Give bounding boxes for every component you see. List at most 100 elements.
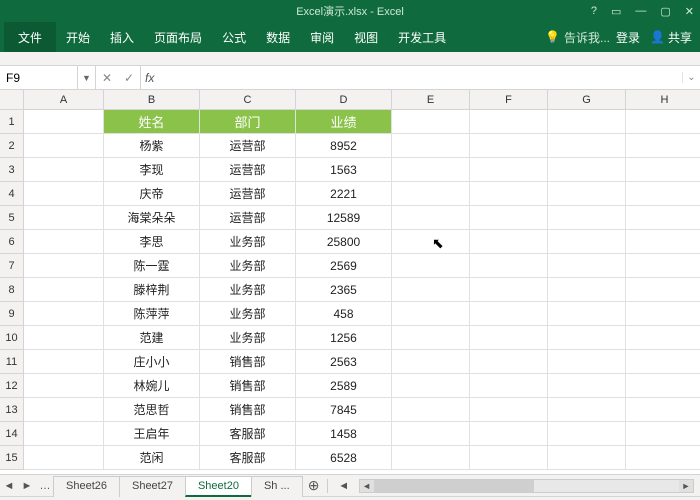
row-header-4[interactable]: 4 bbox=[0, 182, 24, 206]
col-header-H[interactable]: H bbox=[626, 90, 700, 110]
cell[interactable]: 范闲 bbox=[104, 446, 200, 470]
cell[interactable] bbox=[24, 278, 104, 302]
cell[interactable] bbox=[392, 350, 470, 374]
cell[interactable] bbox=[392, 206, 470, 230]
cell[interactable] bbox=[470, 398, 548, 422]
col-header-E[interactable]: E bbox=[392, 90, 470, 110]
cell[interactable] bbox=[24, 398, 104, 422]
cell[interactable] bbox=[470, 158, 548, 182]
cell[interactable]: 12589 bbox=[296, 206, 392, 230]
cell[interactable]: 海棠朵朵 bbox=[104, 206, 200, 230]
col-header-C[interactable]: C bbox=[200, 90, 296, 110]
cell[interactable]: 滕梓荆 bbox=[104, 278, 200, 302]
cell[interactable]: 业务部 bbox=[200, 302, 296, 326]
row-header-15[interactable]: 15 bbox=[0, 446, 24, 470]
cell[interactable]: 25800 bbox=[296, 230, 392, 254]
cell[interactable]: 陈一霆 bbox=[104, 254, 200, 278]
cell[interactable] bbox=[24, 158, 104, 182]
row-header-13[interactable]: 13 bbox=[0, 398, 24, 422]
cell[interactable] bbox=[470, 278, 548, 302]
cell[interactable]: 业务部 bbox=[200, 254, 296, 278]
cell[interactable] bbox=[626, 398, 700, 422]
cell[interactable]: 李现 bbox=[104, 158, 200, 182]
cell[interactable] bbox=[626, 254, 700, 278]
cell[interactable]: 王启年 bbox=[104, 422, 200, 446]
cell[interactable] bbox=[626, 278, 700, 302]
cell[interactable] bbox=[626, 326, 700, 350]
col-header-D[interactable]: D bbox=[296, 90, 392, 110]
cell[interactable] bbox=[470, 182, 548, 206]
cell[interactable] bbox=[392, 302, 470, 326]
cell[interactable]: 2589 bbox=[296, 374, 392, 398]
cell[interactable] bbox=[470, 134, 548, 158]
cell[interactable] bbox=[392, 446, 470, 470]
col-header-A[interactable]: A bbox=[24, 90, 104, 110]
cell[interactable] bbox=[548, 278, 626, 302]
cell[interactable] bbox=[470, 206, 548, 230]
row-header-11[interactable]: 11 bbox=[0, 350, 24, 374]
cell[interactable]: 业绩 bbox=[296, 110, 392, 134]
cell[interactable]: 林婉儿 bbox=[104, 374, 200, 398]
row-header-12[interactable]: 12 bbox=[0, 374, 24, 398]
row-header-3[interactable]: 3 bbox=[0, 158, 24, 182]
cell[interactable] bbox=[548, 206, 626, 230]
row-header-6[interactable]: 6 bbox=[0, 230, 24, 254]
hscroll-arrow-right-icon[interactable]: ► bbox=[679, 480, 693, 492]
sheet-nav-prev-icon[interactable]: ◄ bbox=[0, 480, 18, 492]
row-header-2[interactable]: 2 bbox=[0, 134, 24, 158]
minimize-icon[interactable]: — bbox=[635, 5, 646, 18]
cell[interactable] bbox=[24, 230, 104, 254]
cell[interactable] bbox=[392, 110, 470, 134]
cell[interactable]: 运营部 bbox=[200, 206, 296, 230]
cell[interactable] bbox=[548, 182, 626, 206]
add-sheet-button[interactable]: ⊕ bbox=[303, 477, 325, 494]
enter-icon[interactable]: ✓ bbox=[118, 71, 140, 85]
cell[interactable] bbox=[548, 134, 626, 158]
cell[interactable] bbox=[626, 110, 700, 134]
cell[interactable] bbox=[548, 422, 626, 446]
cell[interactable] bbox=[626, 158, 700, 182]
tab-页面布局[interactable]: 页面布局 bbox=[144, 22, 212, 52]
cell[interactable]: 业务部 bbox=[200, 278, 296, 302]
cell[interactable]: 458 bbox=[296, 302, 392, 326]
fx-label[interactable]: fx bbox=[140, 66, 170, 89]
cell[interactable] bbox=[548, 158, 626, 182]
cell[interactable] bbox=[470, 446, 548, 470]
tab-开始[interactable]: 开始 bbox=[56, 22, 100, 52]
name-box-dropdown-icon[interactable]: ▼ bbox=[78, 66, 96, 89]
cell[interactable] bbox=[392, 374, 470, 398]
tab-审阅[interactable]: 审阅 bbox=[300, 22, 344, 52]
sheet-nav-more-icon[interactable]: … bbox=[36, 480, 54, 492]
cell[interactable] bbox=[24, 374, 104, 398]
cell[interactable] bbox=[392, 158, 470, 182]
cell[interactable] bbox=[24, 134, 104, 158]
horizontal-scrollbar[interactable]: ◄ ► bbox=[359, 479, 694, 493]
cell[interactable] bbox=[470, 422, 548, 446]
cell[interactable] bbox=[392, 398, 470, 422]
cell[interactable] bbox=[548, 302, 626, 326]
cell[interactable] bbox=[24, 446, 104, 470]
tab-file[interactable]: 文件 bbox=[4, 22, 56, 52]
cell[interactable] bbox=[24, 254, 104, 278]
cell[interactable] bbox=[548, 374, 626, 398]
cell[interactable]: 客服部 bbox=[200, 422, 296, 446]
cell[interactable]: 1563 bbox=[296, 158, 392, 182]
cell[interactable]: 部门 bbox=[200, 110, 296, 134]
cell[interactable]: 销售部 bbox=[200, 350, 296, 374]
cell[interactable] bbox=[470, 230, 548, 254]
cell[interactable] bbox=[24, 326, 104, 350]
close-icon[interactable]: ✕ bbox=[685, 5, 694, 18]
tell-me[interactable]: 💡 告诉我... bbox=[539, 29, 616, 46]
cell[interactable] bbox=[548, 350, 626, 374]
cell[interactable] bbox=[548, 446, 626, 470]
cell[interactable]: 庆帝 bbox=[104, 182, 200, 206]
maximize-icon[interactable]: ▢ bbox=[660, 5, 670, 18]
cell[interactable]: 运营部 bbox=[200, 158, 296, 182]
cell[interactable] bbox=[548, 254, 626, 278]
cell[interactable]: 业务部 bbox=[200, 230, 296, 254]
cell[interactable] bbox=[548, 326, 626, 350]
cell[interactable] bbox=[470, 254, 548, 278]
tab-视图[interactable]: 视图 bbox=[344, 22, 388, 52]
cell[interactable] bbox=[626, 302, 700, 326]
cell[interactable] bbox=[626, 422, 700, 446]
